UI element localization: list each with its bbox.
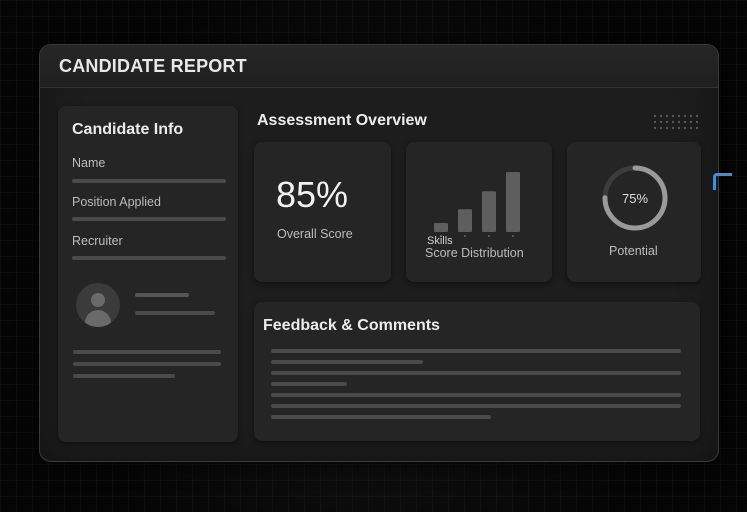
score-distribution-chart — [434, 172, 520, 237]
distribution-bar — [458, 209, 472, 232]
feedback-heading: Feedback & Comments — [263, 317, 440, 334]
title-bar: CANDIDATE REPORT — [40, 45, 718, 88]
avatar-name-placeholder — [135, 293, 189, 297]
corner-bracket-decoration — [713, 173, 732, 190]
distribution-tick — [512, 235, 514, 237]
user-avatar-icon — [76, 283, 120, 327]
potential-value: 75% — [622, 191, 648, 206]
potential-gauge: 75% — [602, 165, 668, 231]
feedback-line — [271, 371, 681, 375]
candidate-info-heading: Candidate Info — [72, 121, 184, 138]
feedback-line — [271, 393, 681, 397]
potential-card[interactable]: 75% Potential — [567, 142, 701, 282]
distribution-tick — [488, 235, 490, 237]
potential-label: Potential — [609, 244, 658, 258]
distribution-tick — [464, 235, 466, 237]
feedback-line — [271, 415, 491, 419]
position-applied-label: Position Applied — [72, 195, 161, 209]
name-label: Name — [72, 156, 106, 170]
position-value-placeholder — [72, 217, 226, 221]
feedback-line — [271, 382, 347, 386]
name-value-placeholder — [72, 179, 226, 183]
distribution-bar — [482, 191, 496, 232]
assessment-overview-heading: Assessment Overview — [257, 112, 427, 129]
avatar-detail-placeholder — [135, 311, 215, 315]
feedback-panel: Feedback & Comments — [254, 302, 700, 441]
overall-score-card[interactable]: 85% Overall Score — [254, 142, 391, 282]
distribution-bar — [434, 223, 448, 232]
feedback-line — [271, 349, 681, 353]
feedback-line — [271, 404, 681, 408]
score-distribution-label: Score Distribution — [425, 246, 524, 260]
overall-score-value: 85% — [276, 174, 349, 215]
recruiter-value-placeholder — [72, 256, 226, 260]
score-distribution-card[interactable]: Skills Score Distribution — [406, 142, 552, 282]
feedback-line — [271, 360, 423, 364]
overall-score-label: Overall Score — [277, 227, 353, 241]
app-title: CANDIDATE REPORT — [59, 56, 247, 76]
summary-line — [73, 350, 221, 354]
dot-grid-decoration — [652, 113, 700, 133]
recruiter-label: Recruiter — [72, 234, 123, 248]
summary-line — [73, 362, 221, 366]
report-window: CANDIDATE REPORT Candidate Info Name Pos… — [39, 44, 719, 462]
distribution-bar — [506, 172, 520, 232]
candidate-info-panel: Candidate Info Name Position Applied Rec… — [58, 106, 238, 442]
summary-line — [73, 374, 175, 378]
